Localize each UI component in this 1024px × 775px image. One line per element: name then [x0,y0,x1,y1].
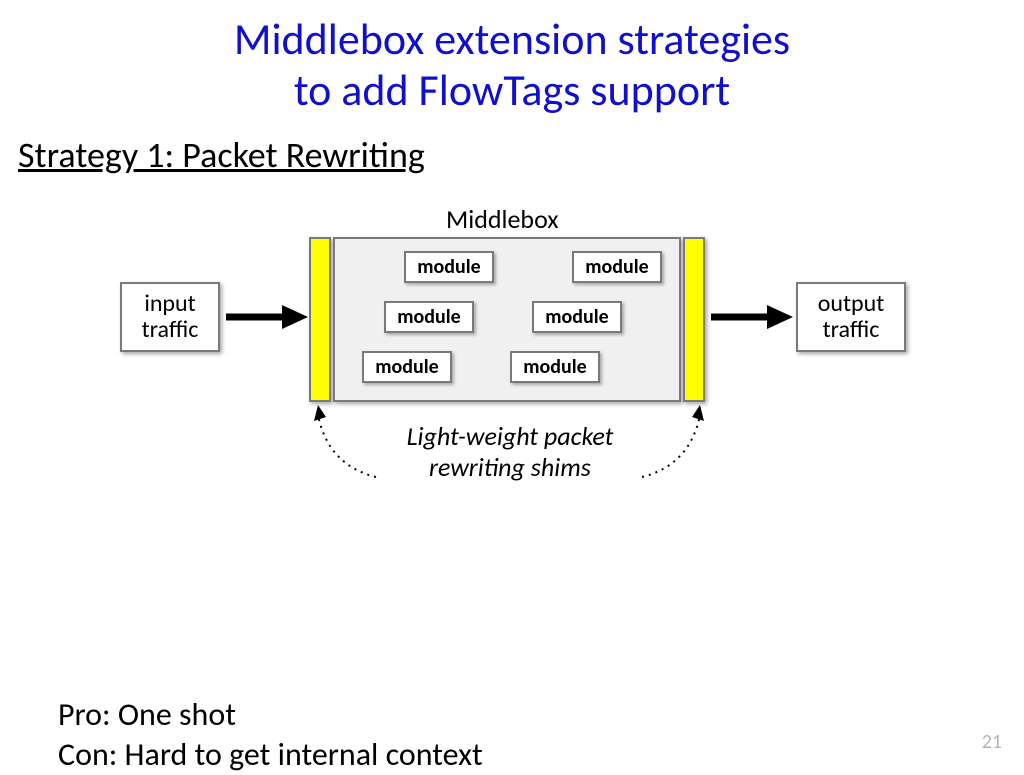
pro-line: Pro: One shot [58,695,1024,735]
module-box: module [510,351,600,383]
module-box: module [404,251,494,283]
left-shim [309,237,331,402]
title-line-2: to add FlowTags support [294,63,730,117]
shim-caption: Light-weight packet rewriting shims [380,421,640,483]
title-line-1: Middlebox extension strategies [234,12,790,66]
con-line: Con: Hard to get internal context [58,735,1024,775]
module-box: module [384,301,474,333]
right-shim [683,237,705,402]
strategy-heading: Strategy 1: Packet Rewriting [0,115,1024,177]
input-traffic-box: input traffic [120,282,220,352]
module-box: module [572,251,662,283]
diagram-area: input traffic Middlebox module module mo… [0,177,1024,497]
arrow-output [707,299,797,335]
arrow-input [222,299,312,335]
page-number: 21 [982,730,1002,754]
slide-title: Middlebox extension strategies to add Fl… [0,0,1024,115]
module-box: module [362,351,452,383]
module-box: module [532,301,622,333]
middlebox-label: Middlebox [446,203,559,235]
output-traffic-box: output traffic [796,282,906,352]
shim-caption-line-1: Light-weight packet [407,420,614,452]
pro-con-block: Pro: One shot Con: Hard to get internal … [0,695,1024,775]
shim-caption-line-2: rewriting shims [429,451,591,483]
